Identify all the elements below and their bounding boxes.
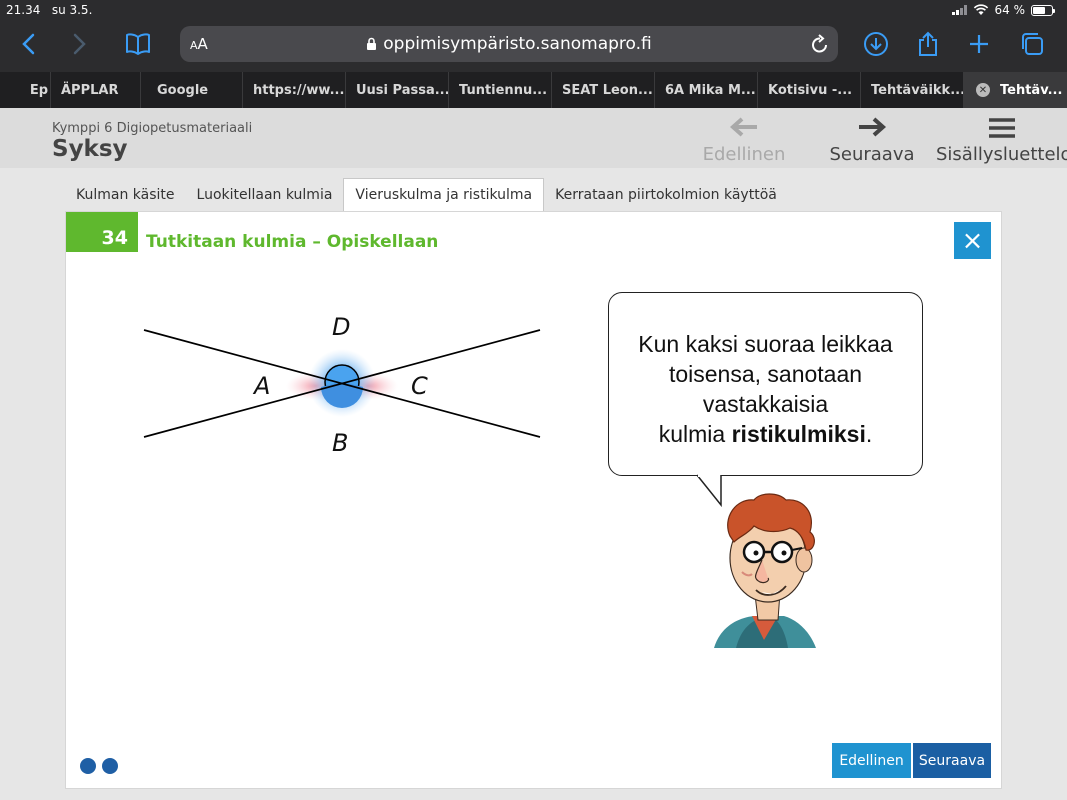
lesson-number-badge: 34 [66,212,138,252]
browser-tab[interactable]: https://ww... [242,72,345,108]
tab-overview-icon[interactable] [1014,26,1050,62]
next-button[interactable]: Seuraava [913,743,991,778]
browser-tab[interactable]: 6A Mika M... [654,72,757,108]
battery-icon [1031,4,1055,16]
intersecting-lines-diagram: D A C B [143,313,541,457]
status-bar: 21.34 su 3.5. 64 % [0,0,1067,20]
page-dot[interactable] [102,758,118,774]
term-ristikulma: ristikulmiksi [731,421,866,447]
browser-tab[interactable]: Google [140,72,242,108]
status-time-date: 21.34 su 3.5. [6,3,92,17]
back-icon[interactable] [10,26,46,62]
label-d: D [332,313,350,341]
share-icon[interactable] [910,26,946,62]
table-of-contents-button[interactable]: Sisällysluettelo [934,108,1067,168]
battery-percent: 64 % [994,3,1026,17]
page-dot[interactable] [80,758,96,774]
browser-tab[interactable]: Ep [0,72,50,108]
arrow-right-icon [859,117,887,137]
url-display[interactable]: oppimisympäristo.sanomapro.fi [180,34,838,54]
tab-luokitellaan-kulmia[interactable]: Luokitellaan kulmia [186,178,344,211]
tab-piirtokolmio[interactable]: Kerrataan piirtokolmion käyttöä [544,178,788,211]
browser-tab[interactable]: Tehtäväikk... [860,72,963,108]
battery-fill [1033,6,1045,14]
browser-tab[interactable]: Tuntiennu... [448,72,551,108]
lock-icon [367,37,377,50]
browser-tab[interactable]: SEAT Leon... [551,72,654,108]
page-title: Syksy [52,136,128,162]
browser-tab[interactable]: ÄPPLAR [50,72,140,108]
speech-bubble: Kun kaksi suoraa leikkaa toisensa, sanot… [608,292,923,476]
close-icon: × [961,225,984,256]
close-tab-icon[interactable]: ✕ [976,83,990,97]
browser-chrome: 21.34 su 3.5. 64 % AA oppimisympäristo.s… [0,0,1067,108]
bookmarks-icon[interactable] [120,26,156,62]
close-button[interactable]: × [954,222,991,259]
reload-icon[interactable] [810,33,830,55]
arrow-left-icon [729,117,757,137]
url-text: oppimisympäristo.sanomapro.fi [383,34,652,54]
new-tab-icon[interactable] [961,26,997,62]
label-b: B [332,429,348,457]
cellular-signal-icon [951,5,967,15]
page-indicator [80,758,118,774]
wifi-icon [973,4,988,15]
browser-tab-strip: Ep ÄPPLAR Google https://ww... Uusi Pass… [0,72,1067,108]
status-time: 21.34 [6,3,41,17]
status-indicators: 64 % [951,3,1055,17]
tab-vieruskulma-ristikulma[interactable]: Vieruskulma ja ristikulma [343,178,545,211]
menu-icon [989,118,1015,138]
address-bar[interactable]: AA oppimisympäristo.sanomapro.fi [180,26,838,62]
status-date: su 3.5. [51,3,93,17]
section-tabs: Kulman käsite Luokitellaan kulmia Vierus… [65,178,788,211]
browser-toolbar: AA oppimisympäristo.sanomapro.fi [0,22,1067,68]
forward-icon[interactable] [62,26,98,62]
downloads-icon[interactable] [858,26,894,62]
label-a: A [252,372,270,400]
material-name: Kymppi 6 Digiopetusmateriaali [52,121,253,136]
browser-tab-active[interactable]: ✕ Tehtäv... [963,72,1067,108]
lesson-title: Tutkitaan kulmia – Opiskellaan [146,232,439,252]
header-prev-button[interactable]: Edellinen [700,108,788,168]
tab-kulman-kasite[interactable]: Kulman käsite [65,178,186,211]
browser-tab[interactable]: Uusi Passa... [345,72,448,108]
lesson-card: 34 Tutkitaan kulmia – Opiskellaan × D A … [65,211,1002,789]
label-c: C [411,372,428,400]
page-header: Kymppi 6 Digiopetusmateriaali Syksy Edel… [0,108,1067,168]
browser-tab[interactable]: Kotisivu -... [757,72,860,108]
cartoon-character-illustration [714,493,816,648]
header-next-button[interactable]: Seuraava [828,108,916,168]
speech-bubble-text: Kun kaksi suoraa leikkaa toisensa, sanot… [638,331,893,447]
previous-button[interactable]: Edellinen [832,743,911,778]
